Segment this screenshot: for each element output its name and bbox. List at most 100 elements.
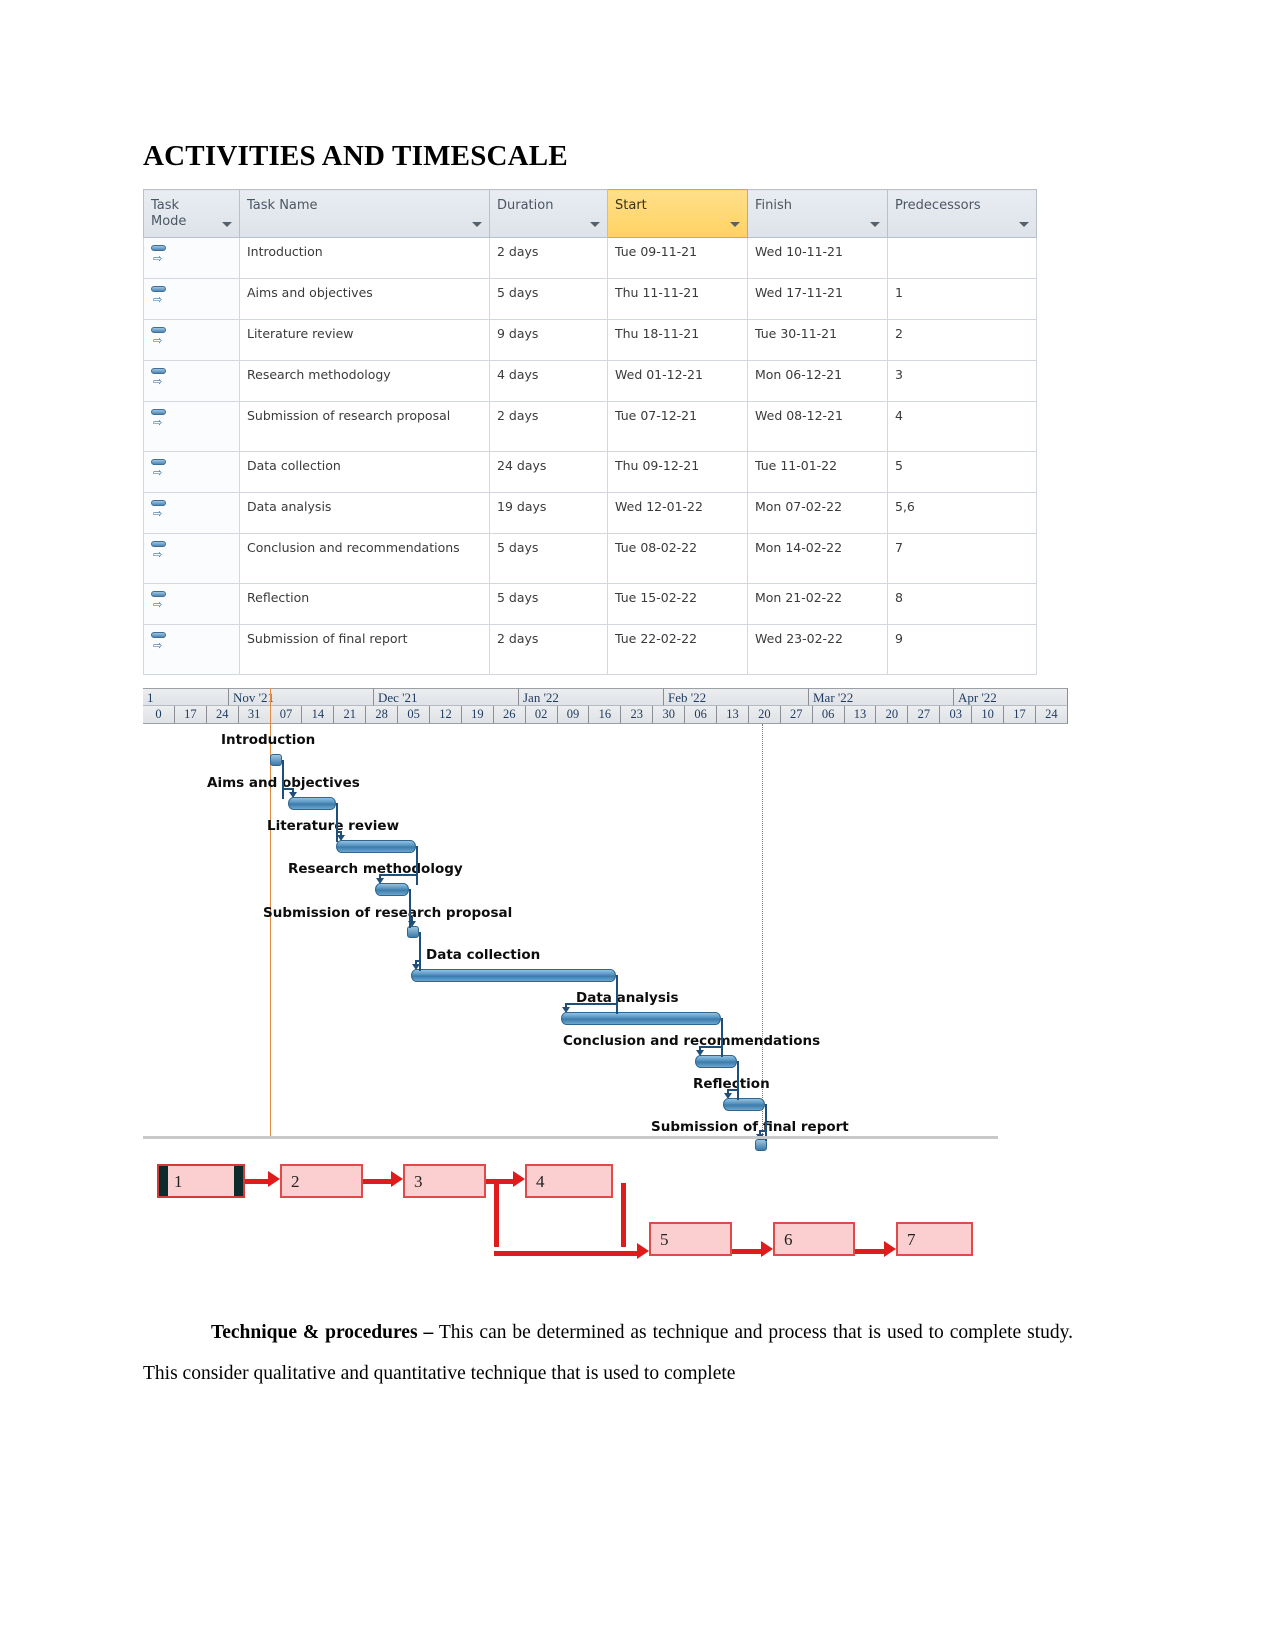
gantt-link-line: [699, 1046, 721, 1048]
network-edge-arrowhead: [391, 1171, 403, 1187]
gantt-day-cell: 03: [940, 706, 973, 724]
filter-chevron-down-icon[interactable]: [730, 221, 740, 227]
gantt-day-cell: 24: [1035, 706, 1068, 724]
gantt-bar[interactable]: [270, 754, 282, 766]
filter-chevron-down-icon[interactable]: [870, 221, 880, 227]
cell-task-mode[interactable]: ⇨: [143, 236, 240, 279]
cell-predecessors: 5,6: [887, 491, 1037, 534]
auto-schedule-icon: ⇨: [151, 540, 173, 560]
network-node-label: 7: [907, 1230, 916, 1249]
table-row[interactable]: ⇨ Literature review 9 days Thu 18-11-21 Tue …: [143, 318, 1037, 361]
gantt-day-cell: 23: [621, 706, 654, 724]
network-edge: [363, 1179, 393, 1184]
gantt-month-cell: Nov '21: [229, 688, 374, 706]
gantt-bar[interactable]: [561, 1012, 721, 1025]
column-header-duration[interactable]: Duration: [489, 189, 608, 238]
cell-task-mode[interactable]: ⇨: [143, 400, 240, 452]
filter-chevron-down-icon[interactable]: [472, 221, 482, 227]
cell-finish: Wed 23-02-22: [747, 623, 888, 675]
project-task-table: Task Mode Task Name Duration Start Finish: [143, 189, 1037, 675]
cell-task-mode[interactable]: ⇨: [143, 582, 240, 625]
table-row[interactable]: ⇨ Research methodology 4 days Wed 01-12-21 M…: [143, 359, 1037, 402]
gantt-bar[interactable]: [723, 1098, 765, 1111]
gantt-link-line: [737, 1061, 739, 1100]
gantt-link-line: [721, 1018, 723, 1057]
gantt-bar[interactable]: [375, 883, 409, 896]
gantt-day-cell: 09: [557, 706, 590, 724]
column-header-task-name[interactable]: Task Name: [239, 189, 490, 238]
cell-duration: 5 days: [489, 532, 608, 584]
gantt-day-cell: 14: [302, 706, 335, 724]
column-header-finish-label: Finish: [755, 198, 793, 213]
auto-schedule-icon: ⇨: [151, 590, 173, 610]
cell-task-name: Submission of final report: [239, 623, 490, 675]
column-header-start[interactable]: Start: [607, 189, 748, 238]
column-header-predecessors[interactable]: Predecessors: [887, 189, 1037, 238]
network-edge: [732, 1249, 763, 1254]
network-node[interactable]: 5: [649, 1222, 732, 1256]
cell-task-mode[interactable]: ⇨: [143, 277, 240, 320]
gantt-bar-label: Submission of research proposal: [263, 905, 513, 921]
cell-finish: Mon 06-12-21: [747, 359, 888, 402]
cell-duration: 19 days: [489, 491, 608, 534]
gantt-link-arrowhead: [562, 1007, 570, 1013]
column-header-task-mode[interactable]: Task Mode: [143, 189, 240, 238]
table-row[interactable]: ⇨ Data collection 24 days Thu 09-12-21 Tue 1…: [143, 450, 1037, 493]
filter-chevron-down-icon[interactable]: [222, 221, 232, 227]
gantt-day-cell: 13: [717, 706, 749, 724]
table-row[interactable]: ⇨ Aims and objectives 5 days Thu 11-11-21 We…: [143, 277, 1037, 320]
network-edge: [855, 1249, 886, 1254]
gantt-day-cell: 21: [334, 706, 367, 724]
table-row[interactable]: ⇨ Submission of research proposal 2 days Tu…: [143, 400, 1037, 452]
table-row[interactable]: ⇨ Conclusion and recommendations 5 days Tue…: [143, 532, 1037, 584]
network-edge: [486, 1179, 515, 1184]
network-node-label: 3: [414, 1172, 423, 1191]
gantt-month-cell: Jan '22: [519, 688, 664, 706]
network-node[interactable]: 4: [525, 1164, 613, 1198]
gantt-day-cell: 20: [748, 706, 781, 724]
gantt-bar[interactable]: [288, 797, 336, 810]
cell-start: Thu 18-11-21: [607, 318, 748, 361]
auto-schedule-icon: ⇨: [151, 499, 173, 519]
gantt-bar[interactable]: [695, 1055, 737, 1068]
cell-predecessors: 2: [887, 318, 1037, 361]
gantt-chart: 1 Nov '21 Dec '21 Jan '22 Feb '22 Mar '22 Apr …: [143, 688, 1068, 1151]
cell-predecessors: 7: [887, 532, 1037, 584]
table-row[interactable]: ⇨ Submission of final report 2 days Tue 22-…: [143, 623, 1037, 675]
gantt-bar[interactable]: [336, 840, 416, 853]
network-node[interactable]: 3: [403, 1164, 486, 1198]
table-row[interactable]: ⇨ Introduction 2 days Tue 09-11-21 Wed 10-11…: [143, 236, 1037, 279]
cell-finish: Tue 30-11-21: [747, 318, 888, 361]
table-row[interactable]: ⇨ Data analysis 19 days Wed 12-01-22 Mon 07-…: [143, 491, 1037, 534]
filter-chevron-down-icon[interactable]: [590, 221, 600, 227]
cell-predecessors: 5: [887, 450, 1037, 493]
gantt-bar-label: Submission of final report: [651, 1119, 849, 1135]
gantt-day-cell: 16: [589, 706, 622, 724]
cell-task-mode[interactable]: ⇨: [143, 491, 240, 534]
network-node[interactable]: 7: [896, 1222, 973, 1256]
network-node[interactable]: 2: [280, 1164, 363, 1198]
column-header-start-label: Start: [615, 198, 647, 213]
network-node[interactable]: 6: [773, 1222, 855, 1256]
gantt-day-cell: 19: [461, 706, 494, 724]
network-node-label: 2: [291, 1172, 300, 1191]
network-edge-arrowhead: [761, 1241, 773, 1257]
cell-task-mode[interactable]: ⇨: [143, 450, 240, 493]
column-header-finish[interactable]: Finish: [747, 189, 888, 238]
network-node[interactable]: 1: [157, 1164, 245, 1198]
table-body: ⇨ Introduction 2 days Tue 09-11-21 Wed 10-11…: [143, 236, 1037, 675]
table-row[interactable]: ⇨ Reflection 5 days Tue 15-02-22 Mon 21-02-2…: [143, 582, 1037, 625]
column-header-predecessors-label: Predecessors: [895, 198, 981, 213]
network-edge: [245, 1179, 270, 1184]
cell-task-mode[interactable]: ⇨: [143, 532, 240, 584]
gantt-bar[interactable]: [411, 969, 616, 982]
cell-task-mode[interactable]: ⇨: [143, 318, 240, 361]
network-edge-arrowhead: [513, 1171, 525, 1187]
cell-task-mode[interactable]: ⇨: [143, 623, 240, 675]
filter-chevron-down-icon[interactable]: [1019, 221, 1029, 227]
gantt-day-cell: 28: [366, 706, 399, 724]
cell-predecessors: [887, 236, 1037, 279]
gantt-link-line: [416, 846, 418, 885]
gantt-day-cell: 17: [174, 706, 207, 724]
cell-task-mode[interactable]: ⇨: [143, 359, 240, 402]
